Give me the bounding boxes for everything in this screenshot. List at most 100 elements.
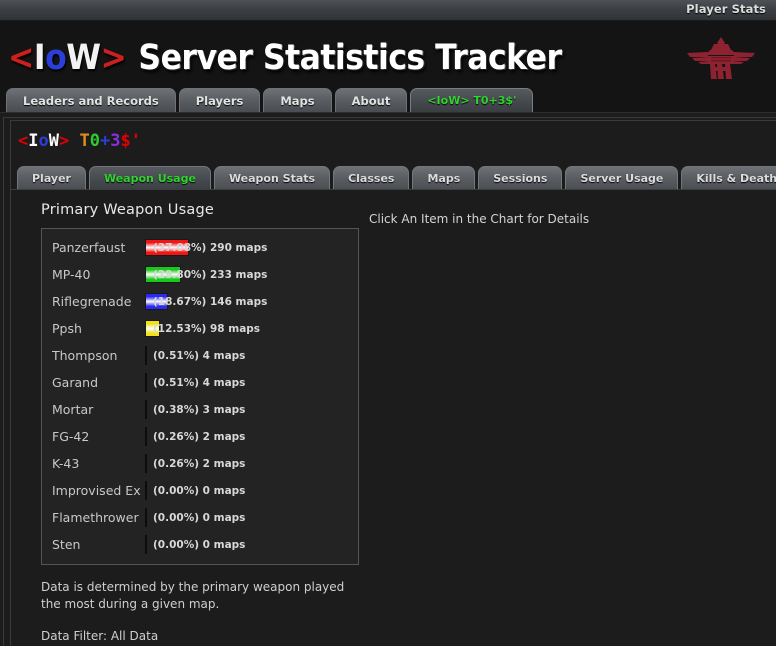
chart-row-label: Ppsh bbox=[52, 321, 82, 336]
player-name-char-0: < bbox=[18, 131, 29, 151]
chart-row[interactable]: Riflegrenade (18.67%) 146 maps bbox=[42, 288, 358, 315]
tab-classes[interactable]: Classes bbox=[333, 166, 410, 189]
chart-row-value: (18.67%) 146 maps bbox=[153, 295, 268, 308]
brand-letter-o: o bbox=[45, 38, 67, 78]
tab-weapon-stats[interactable]: Weapon Stats bbox=[213, 166, 331, 189]
chart-row-value: (0.00%) 0 maps bbox=[153, 484, 246, 497]
primary-tab-label: Players bbox=[195, 93, 244, 108]
chart-row[interactable]: Thompson (0.51%) 4 maps bbox=[42, 342, 358, 369]
chart-row[interactable]: Improvised Ex (0.00%) 0 maps bbox=[42, 477, 358, 504]
secondary-nav: Player Weapon Usage Weapon Stats Classes… bbox=[11, 165, 776, 190]
secondary-tab-label: Server Usage bbox=[580, 171, 664, 185]
chart-panel: Primary Weapon Usage Panzerfaust (37.08%)… bbox=[11, 190, 359, 643]
primary-tab-label: Maps bbox=[280, 93, 315, 108]
chart-row-label: Flamethrower bbox=[52, 510, 139, 525]
secondary-tab-label: Maps bbox=[427, 171, 461, 185]
wolfenstein-eagle-emblem-icon bbox=[684, 34, 758, 82]
chart-row[interactable]: Panzerfaust (37.08%) 290 maps bbox=[42, 234, 358, 261]
chart-row[interactable]: FG-42 (0.26%) 2 maps bbox=[42, 423, 358, 450]
chart-detail-hint: Click An Item in the Chart for Details bbox=[369, 212, 590, 226]
primary-nav: Leaders and Records Players Maps About <… bbox=[0, 86, 776, 113]
chart-row-label: Riflegrenade bbox=[52, 294, 132, 309]
player-name-heading: <IoW> T0+3$' bbox=[11, 127, 776, 151]
chart-row-label: Thompson bbox=[52, 348, 118, 363]
tab-kills-deaths[interactable]: Kills & Deaths bbox=[681, 166, 776, 189]
chart-row[interactable]: Garand (0.51%) 4 maps bbox=[42, 369, 358, 396]
chart-row-value: (12.53%) 98 maps bbox=[153, 322, 261, 335]
tab-maps[interactable]: Maps bbox=[412, 166, 476, 189]
chart-row-value: (29.80%) 233 maps bbox=[153, 268, 268, 281]
chart-row-value: (0.00%) 0 maps bbox=[153, 538, 246, 551]
player-name-char-8: + bbox=[100, 131, 111, 151]
chart-row-value: (0.26%) 2 maps bbox=[153, 457, 246, 470]
brand-bracket-close: > bbox=[100, 38, 127, 78]
chart-panel-title: Primary Weapon Usage bbox=[41, 202, 214, 218]
data-filter-label: Data Filter: All Data bbox=[41, 629, 159, 643]
player-stats-link[interactable]: Player Stats bbox=[686, 2, 766, 16]
chart-bar[interactable] bbox=[145, 427, 147, 446]
chart-row-value: (0.00%) 0 maps bbox=[153, 511, 246, 524]
top-utility-bar: Player Stats bbox=[0, 0, 776, 21]
player-name-char-10: $ bbox=[120, 131, 131, 151]
chart-row-value: (0.51%) 4 maps bbox=[153, 349, 246, 362]
chart-row[interactable]: MP-40 (29.80%) 233 maps bbox=[42, 261, 358, 288]
chart-row[interactable]: Ppsh (12.53%) 98 maps bbox=[42, 315, 358, 342]
detail-panel: Click An Item in the Chart for Details bbox=[359, 190, 776, 643]
masthead: <IoW> Server Statistics Tracker bbox=[0, 21, 776, 86]
player-name-char-11: ' bbox=[130, 131, 141, 151]
chart-row-label: Improvised Ex bbox=[52, 483, 141, 498]
brand-letter-w: W bbox=[66, 38, 101, 78]
page-body: <IoW> T0+3$' Player Weapon Usage Weapon … bbox=[0, 113, 776, 646]
chart-row-value: (37.08%) 290 maps bbox=[153, 241, 268, 254]
player-name-char-3: W bbox=[48, 131, 59, 151]
chart-bar[interactable] bbox=[145, 346, 147, 365]
secondary-tab-label: Weapon Usage bbox=[103, 171, 196, 185]
chart-bar[interactable] bbox=[145, 454, 147, 473]
content-area: Primary Weapon Usage Panzerfaust (37.08%)… bbox=[11, 190, 776, 643]
player-name-char-1: I bbox=[28, 131, 39, 151]
tab-player[interactable]: Player bbox=[17, 166, 86, 189]
player-name-char-9: 3 bbox=[110, 131, 121, 151]
primary-tab-maps[interactable]: Maps bbox=[263, 88, 332, 112]
weapon-usage-chart: Panzerfaust (37.08%) 290 maps MP-40 (29.80%… bbox=[41, 228, 359, 565]
brand-letter-i: I bbox=[33, 38, 46, 78]
chart-bar[interactable] bbox=[145, 481, 147, 500]
chart-row-label: Panzerfaust bbox=[52, 240, 126, 255]
chart-row[interactable]: Flamethrower (0.00%) 0 maps bbox=[42, 504, 358, 531]
primary-tab-label: Leaders and Records bbox=[23, 93, 159, 108]
chart-bar[interactable] bbox=[145, 535, 147, 554]
secondary-tab-label: Weapon Stats bbox=[228, 171, 316, 185]
primary-tab-player-profile[interactable]: <IoW> T0+3$' bbox=[410, 88, 534, 112]
chart-row-label: Mortar bbox=[52, 402, 94, 417]
primary-tab-leaders[interactable]: Leaders and Records bbox=[6, 88, 176, 112]
primary-tab-about[interactable]: About bbox=[334, 88, 408, 112]
chart-row[interactable]: Sten (0.00%) 0 maps bbox=[42, 531, 358, 558]
secondary-tab-label: Sessions bbox=[493, 171, 548, 185]
chart-bar[interactable] bbox=[145, 400, 147, 419]
chart-row-label: FG-42 bbox=[52, 429, 90, 444]
player-name-char-6: T bbox=[79, 131, 90, 151]
chart-row-value: (0.26%) 2 maps bbox=[153, 430, 246, 443]
secondary-tab-label: Kills & Deaths bbox=[696, 171, 776, 185]
chart-row-label: K-43 bbox=[52, 456, 80, 471]
player-name-char-7: 0 bbox=[89, 131, 100, 151]
chart-row[interactable]: Mortar (0.38%) 3 maps bbox=[42, 396, 358, 423]
player-name-char-2: o bbox=[38, 131, 49, 151]
chart-row-value: (0.51%) 4 maps bbox=[153, 376, 246, 389]
secondary-tab-label: Classes bbox=[348, 171, 395, 185]
chart-footnote: Data is determined by the primary weapon… bbox=[41, 580, 345, 611]
chart-row-value: (0.38%) 3 maps bbox=[153, 403, 246, 416]
primary-tab-players[interactable]: Players bbox=[178, 88, 261, 112]
player-name-char-5 bbox=[69, 131, 79, 151]
tab-sessions[interactable]: Sessions bbox=[478, 166, 563, 189]
chart-row-label: Garand bbox=[52, 375, 99, 390]
primary-tab-label: <IoW> T0+3$' bbox=[427, 94, 517, 107]
secondary-tab-label: Player bbox=[32, 171, 71, 185]
chart-row-label: Sten bbox=[52, 537, 81, 552]
tab-server-usage[interactable]: Server Usage bbox=[565, 166, 679, 189]
chart-bar[interactable] bbox=[145, 508, 147, 527]
tab-weapon-usage[interactable]: Weapon Usage bbox=[88, 166, 211, 189]
site-brand: <IoW> Server Statistics Tracker bbox=[8, 41, 562, 76]
chart-row[interactable]: K-43 (0.26%) 2 maps bbox=[42, 450, 358, 477]
chart-bar[interactable] bbox=[145, 373, 147, 392]
